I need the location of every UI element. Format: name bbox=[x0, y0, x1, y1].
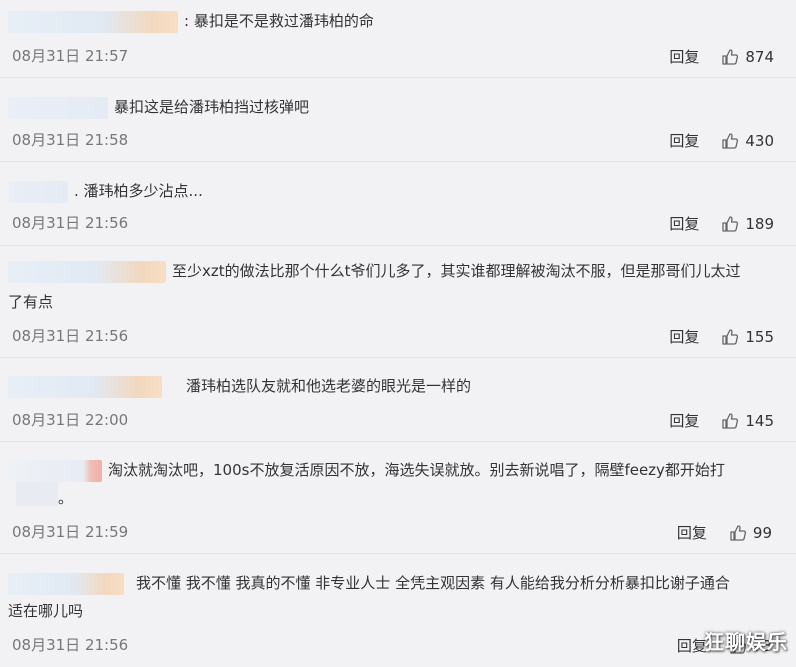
like-button[interactable]: 99 bbox=[729, 524, 772, 542]
reply-button[interactable]: 回复 bbox=[669, 46, 699, 67]
comment-actions: 回复 189 bbox=[669, 213, 774, 234]
reply-button[interactable]: 回复 bbox=[669, 410, 699, 431]
comment-text-continued: 了有点 bbox=[8, 293, 54, 311]
thumbs-up-icon bbox=[722, 328, 739, 345]
thumbs-up-icon bbox=[722, 48, 739, 65]
comment-time: 08月31日 21:57 bbox=[12, 47, 129, 65]
thumbs-up-icon bbox=[722, 412, 739, 429]
blurred-username[interactable] bbox=[8, 375, 162, 398]
comment-item: 淘汰就淘汰吧，100s不放复活原因不放，海选失误就放。别去新说唱了，隔壁feez… bbox=[0, 442, 796, 554]
comment-line-continued: 了有点 bbox=[8, 290, 786, 314]
comment-line-continued: 。 bbox=[58, 486, 786, 510]
comment-time: 08月31日 21:56 bbox=[12, 327, 129, 345]
comment-text-continued: 适在哪儿吗 bbox=[8, 602, 84, 620]
comment-line: 淘汰就淘汰吧，100s不放复活原因不放，海选失误就放。别去新说唱了，隔壁feez… bbox=[8, 458, 786, 482]
comment-text: 淘汰就淘汰吧，100s不放复活原因不放，海选失误就放。别去新说唱了，隔壁feez… bbox=[108, 461, 725, 479]
like-button[interactable]: 189 bbox=[721, 215, 774, 233]
comment-item: 暴扣这是给潘玮柏挡过核弹吧 08月31日 21:58 回复 430 bbox=[0, 78, 796, 162]
like-count: 189 bbox=[745, 214, 774, 233]
comment-text: 我不懂 我不懂 我真的不懂 非专业人士 全凭主观因素 有人能给我分析分析暴扣比谢… bbox=[136, 574, 730, 592]
watermark-text: 狂聊娱乐 bbox=[704, 630, 788, 654]
comment-actions: 回复 874 bbox=[669, 46, 774, 67]
like-count: 430 bbox=[745, 131, 774, 150]
comment-line: 暴扣这是给潘玮柏挡过核弹吧 bbox=[8, 95, 786, 119]
comment-item: 潘玮柏选队友就和他选老婆的眼光是一样的 08月31日 22:00 回复 145 bbox=[0, 358, 796, 442]
comment-line: 至少xzt的做法比那个什么t爷们儿多了，其实谁都理解被淘汰不服，但是那哥们儿太过 bbox=[8, 259, 786, 283]
blurred-username[interactable] bbox=[8, 10, 178, 33]
like-count: 99 bbox=[752, 523, 772, 542]
comment-line: . 潘玮柏多少沾点... bbox=[8, 179, 786, 203]
comment-text: 暴扣这是给潘玮柏挡过核弹吧 bbox=[114, 98, 310, 116]
comment-line: : 暴扣是不是救过潘玮柏的命 bbox=[8, 9, 786, 33]
blurred-username[interactable] bbox=[8, 459, 102, 482]
comment-time: 08月31日 22:00 bbox=[12, 411, 129, 429]
comment-time: 08月31日 21:56 bbox=[12, 214, 129, 232]
reply-button[interactable]: 回复 bbox=[677, 635, 707, 656]
like-button[interactable]: 145 bbox=[721, 412, 774, 430]
comment-actions: 回复 99 bbox=[677, 522, 772, 543]
reply-button[interactable]: 回复 bbox=[669, 130, 699, 151]
blurred-username[interactable] bbox=[8, 96, 108, 119]
thumbs-up-icon bbox=[722, 215, 739, 232]
reply-button[interactable]: 回复 bbox=[669, 326, 699, 347]
like-count: 155 bbox=[745, 327, 774, 346]
comment-text-continued: 。 bbox=[58, 489, 74, 507]
comment-text: . 潘玮柏多少沾点... bbox=[74, 182, 203, 200]
blurred-username[interactable] bbox=[8, 260, 166, 283]
reply-button[interactable]: 回复 bbox=[677, 522, 707, 543]
reply-button[interactable]: 回复 bbox=[669, 213, 699, 234]
comment-actions: 回复 430 bbox=[669, 130, 774, 151]
comment-line: 潘玮柏选队友就和他选老婆的眼光是一样的 bbox=[8, 374, 786, 398]
comment-line: 我不懂 我不懂 我真的不懂 非专业人士 全凭主观因素 有人能给我分析分析暴扣比谢… bbox=[8, 571, 786, 595]
comment-time: 08月31日 21:56 bbox=[12, 636, 129, 654]
thumbs-up-icon bbox=[730, 524, 746, 541]
comment-item: 至少xzt的做法比那个什么t爷们儿多了，其实谁都理解被淘汰不服，但是那哥们儿太过… bbox=[0, 246, 796, 358]
comment-time: 08月31日 21:58 bbox=[12, 131, 129, 149]
like-button[interactable]: 430 bbox=[721, 132, 774, 150]
like-button[interactable]: 874 bbox=[721, 48, 774, 66]
comment-item: 我不懂 我不懂 我真的不懂 非专业人士 全凭主观因素 有人能给我分析分析暴扣比谢… bbox=[0, 554, 796, 667]
comment-line-continued: 适在哪儿吗 bbox=[8, 599, 786, 623]
comment-actions: 回复 155 bbox=[669, 326, 774, 347]
like-count: 145 bbox=[745, 411, 774, 430]
blurred-username[interactable] bbox=[8, 180, 68, 203]
thumbs-up-icon bbox=[722, 132, 739, 149]
like-count: 874 bbox=[745, 47, 774, 66]
comment-actions: 回复 145 bbox=[669, 410, 774, 431]
comment-time: 08月31日 21:59 bbox=[12, 523, 129, 541]
comment-text: 至少xzt的做法比那个什么t爷们儿多了，其实谁都理解被淘汰不服，但是那哥们儿太过 bbox=[172, 262, 741, 280]
blurred-username[interactable] bbox=[8, 572, 124, 595]
like-button[interactable]: 155 bbox=[721, 328, 774, 346]
comment-item: : 暴扣是不是救过潘玮柏的命 08月31日 21:57 回复 874 bbox=[0, 0, 796, 78]
comment-item: . 潘玮柏多少沾点... 08月31日 21:56 回复 189 bbox=[0, 162, 796, 246]
comment-text: : 暴扣是不是救过潘玮柏的命 bbox=[184, 12, 374, 30]
comment-text: 潘玮柏选队友就和他选老婆的眼光是一样的 bbox=[186, 377, 472, 395]
blurred-avatar-fragment bbox=[16, 482, 58, 506]
